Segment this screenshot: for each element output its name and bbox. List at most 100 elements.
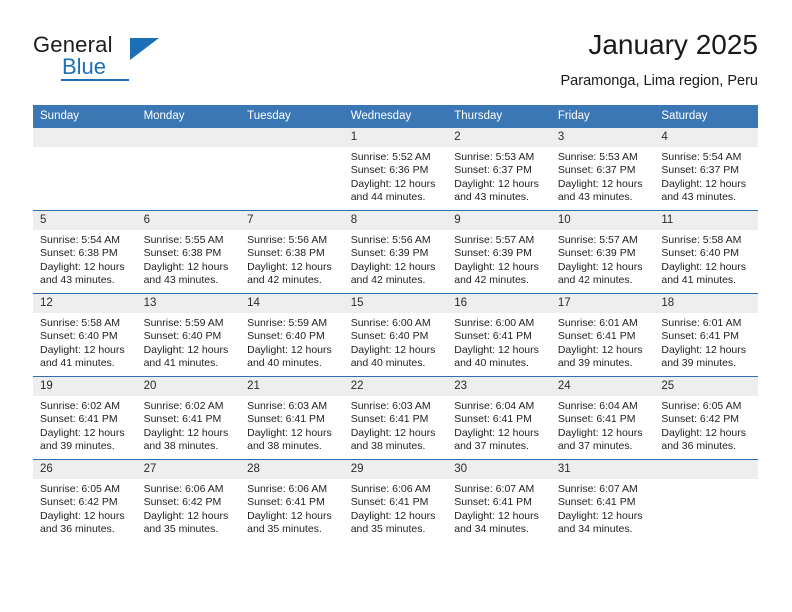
day-cell-7[interactable]: 7 Sunrise: 5:56 AM Sunset: 6:38 PM Daylight…	[240, 211, 344, 293]
weekday-header-tuesday: Tuesday	[240, 105, 344, 128]
day-info-line: Sunset: 6:42 PM	[143, 496, 222, 509]
day-cell-22[interactable]: 22 Sunrise: 6:03 AM Sunset: 6:41 PM Dayligh…	[343, 377, 448, 459]
day-number: 3	[550, 128, 655, 147]
day-cell-26[interactable]: 26 Sunrise: 6:05 AM Sunset: 6:42 PM Dayligh…	[33, 460, 137, 542]
day-info-line: Daylight: 12 hours	[247, 426, 332, 439]
day-cell-2[interactable]: 2 Sunrise: 5:53 AM Sunset: 6:37 PM Daylight…	[447, 128, 551, 210]
day-info-line: Sunset: 6:40 PM	[40, 330, 118, 343]
day-sun-info: Sunrise: 5:53 AM Sunset: 6:37 PM Daylight:…	[447, 147, 551, 205]
day-cell-9[interactable]: 9 Sunrise: 5:57 AM Sunset: 6:39 PM Daylight…	[447, 211, 551, 293]
day-sun-info: Sunrise: 6:02 AM Sunset: 6:41 PM Daylight:…	[33, 396, 137, 454]
calendar-cell: 31 Sunrise: 6:07 AM Sunset: 6:41 PM Dayligh…	[550, 459, 655, 542]
day-cell-21[interactable]: 21 Sunrise: 6:03 AM Sunset: 6:41 PM Dayligh…	[240, 377, 344, 459]
day-info-line: Sunset: 6:42 PM	[661, 413, 740, 426]
day-info-line: Sunrise: 6:01 AM	[661, 317, 742, 329]
day-info-line: Sunrise: 6:03 AM	[350, 400, 431, 412]
weekday-header-monday: Monday	[136, 105, 241, 128]
day-sun-info: Sunrise: 6:04 AM Sunset: 6:41 PM Daylight:…	[551, 396, 655, 454]
day-sun-info: Sunrise: 6:01 AM Sunset: 6:41 PM Daylight:…	[551, 313, 655, 371]
day-info-line: Sunset: 6:41 PM	[454, 496, 532, 509]
day-sun-info: Sunrise: 5:52 AM Sunset: 6:36 PM Daylight:…	[344, 147, 448, 205]
day-cell-31[interactable]: 31 Sunrise: 6:07 AM Sunset: 6:41 PM Dayligh…	[550, 460, 655, 542]
day-info-line: Daylight: 12 hours	[454, 177, 539, 190]
day-info-line: Sunrise: 6:05 AM	[661, 400, 742, 412]
day-cell-11[interactable]: 11 Sunrise: 5:58 AM Sunset: 6:40 PM Dayligh…	[654, 211, 758, 293]
day-cell-19[interactable]: 19 Sunrise: 6:02 AM Sunset: 6:41 PM Dayligh…	[33, 377, 137, 459]
day-sun-info: Sunrise: 6:00 AM Sunset: 6:40 PM Daylight:…	[344, 313, 448, 371]
day-cell-23[interactable]: 23 Sunrise: 6:04 AM Sunset: 6:41 PM Dayligh…	[447, 377, 551, 459]
day-cell-18[interactable]: 18 Sunrise: 6:01 AM Sunset: 6:41 PM Dayligh…	[654, 294, 758, 376]
day-cell-25[interactable]: 25 Sunrise: 6:05 AM Sunset: 6:42 PM Dayligh…	[654, 377, 758, 459]
day-info-line: Sunset: 6:41 PM	[247, 413, 325, 426]
day-info-line: Sunrise: 5:54 AM	[661, 151, 742, 163]
calendar-cell	[654, 459, 758, 542]
day-cell-30[interactable]: 30 Sunrise: 6:07 AM Sunset: 6:41 PM Dayligh…	[447, 460, 551, 542]
day-cell-4[interactable]: 4 Sunrise: 5:54 AM Sunset: 6:37 PM Daylight…	[654, 128, 758, 210]
day-sun-info: Sunrise: 6:06 AM Sunset: 6:41 PM Daylight:…	[344, 479, 448, 537]
day-info-line: and 34 minutes.	[557, 523, 633, 536]
day-info-line: Daylight: 12 hours	[247, 343, 332, 356]
brand-logo[interactable]: General Blue	[33, 32, 233, 92]
brand-name-blue: Blue	[62, 54, 107, 79]
calendar-grid: Sunday Monday Tuesday Wednesday Thursday Frid…	[33, 105, 758, 542]
day-cell-17[interactable]: 17 Sunrise: 6:01 AM Sunset: 6:41 PM Dayligh…	[550, 294, 655, 376]
day-cell-27[interactable]: 27 Sunrise: 6:06 AM Sunset: 6:42 PM Dayligh…	[136, 460, 241, 542]
day-info-line: and 35 minutes.	[247, 523, 322, 536]
day-cell-16[interactable]: 16 Sunrise: 6:00 AM Sunset: 6:41 PM Dayligh…	[447, 294, 551, 376]
day-info-line: Daylight: 12 hours	[40, 509, 125, 522]
day-info-line: Sunrise: 5:53 AM	[557, 151, 638, 163]
day-info-line: and 42 minutes.	[557, 274, 633, 287]
day-info-line: Sunset: 6:37 PM	[661, 164, 740, 177]
day-info-line: Daylight: 12 hours	[661, 260, 747, 273]
day-cell-20[interactable]: 20 Sunrise: 6:02 AM Sunset: 6:41 PM Dayligh…	[136, 377, 241, 459]
day-cell-14[interactable]: 14 Sunrise: 5:59 AM Sunset: 6:40 PM Dayligh…	[240, 294, 344, 376]
calendar-cell: 22 Sunrise: 6:03 AM Sunset: 6:41 PM Dayligh…	[343, 376, 448, 460]
day-info-line: Daylight: 12 hours	[350, 343, 436, 356]
day-cell-28[interactable]: 28 Sunrise: 6:06 AM Sunset: 6:41 PM Dayligh…	[240, 460, 344, 542]
calendar-week-row: 19 Sunrise: 6:02 AM Sunset: 6:41 PM Dayligh…	[33, 376, 758, 460]
day-cell-13[interactable]: 13 Sunrise: 5:59 AM Sunset: 6:40 PM Dayligh…	[136, 294, 241, 376]
day-info-line: Sunrise: 6:04 AM	[454, 400, 535, 412]
calendar-cell: 25 Sunrise: 6:05 AM Sunset: 6:42 PM Dayligh…	[654, 376, 758, 460]
day-sun-info: Sunrise: 6:05 AM Sunset: 6:42 PM Daylight:…	[654, 396, 758, 454]
calendar-cell: 1 Sunrise: 5:52 AM Sunset: 6:36 PM Daylight…	[343, 128, 448, 211]
day-cell-3[interactable]: 3 Sunrise: 5:53 AM Sunset: 6:37 PM Daylight…	[550, 128, 655, 210]
day-cell-24[interactable]: 24 Sunrise: 6:04 AM Sunset: 6:41 PM Dayligh…	[550, 377, 655, 459]
day-info-line: and 42 minutes.	[350, 274, 426, 287]
day-cell-15[interactable]: 15 Sunrise: 6:00 AM Sunset: 6:40 PM Dayligh…	[343, 294, 448, 376]
weekday-header-thursday: Thursday	[447, 105, 551, 128]
day-cell-29[interactable]: 29 Sunrise: 6:06 AM Sunset: 6:41 PM Dayligh…	[343, 460, 448, 542]
day-cell-12[interactable]: 12 Sunrise: 5:58 AM Sunset: 6:40 PM Dayligh…	[33, 294, 137, 376]
day-info-line: and 40 minutes.	[350, 357, 426, 370]
day-info-line: Sunrise: 6:00 AM	[350, 317, 431, 329]
day-cell-6[interactable]: 6 Sunrise: 5:55 AM Sunset: 6:38 PM Daylight…	[136, 211, 241, 293]
day-info-line: and 42 minutes.	[454, 274, 529, 287]
calendar-cell	[136, 128, 241, 211]
calendar-week-row: 26 Sunrise: 6:05 AM Sunset: 6:42 PM Dayligh…	[33, 459, 758, 542]
calendar-cell: 30 Sunrise: 6:07 AM Sunset: 6:41 PM Dayligh…	[447, 459, 551, 542]
day-number: 30	[447, 460, 551, 479]
day-cell-8[interactable]: 8 Sunrise: 5:56 AM Sunset: 6:39 PM Daylight…	[343, 211, 448, 293]
day-info-line: Daylight: 12 hours	[143, 343, 229, 356]
day-number: 21	[240, 377, 344, 396]
day-sun-info: Sunrise: 5:59 AM Sunset: 6:40 PM Daylight:…	[240, 313, 344, 371]
day-cell-5[interactable]: 5 Sunrise: 5:54 AM Sunset: 6:38 PM Daylight…	[33, 211, 137, 293]
day-sun-info: Sunrise: 5:55 AM Sunset: 6:38 PM Daylight:…	[137, 230, 241, 288]
calendar-cell: 6 Sunrise: 5:55 AM Sunset: 6:38 PM Daylight…	[136, 210, 241, 294]
day-number: 12	[33, 294, 137, 313]
day-number: 28	[240, 460, 344, 479]
day-info-line: Sunset: 6:41 PM	[40, 413, 118, 426]
day-cell-1[interactable]: 1 Sunrise: 5:52 AM Sunset: 6:36 PM Daylight…	[343, 128, 448, 210]
calendar-cell: 3 Sunrise: 5:53 AM Sunset: 6:37 PM Daylight…	[550, 128, 655, 211]
day-number: 10	[550, 211, 655, 230]
day-info-line: Sunrise: 5:54 AM	[40, 234, 120, 246]
day-info-line: Daylight: 12 hours	[350, 509, 436, 522]
day-info-line: Daylight: 12 hours	[143, 426, 229, 439]
day-info-line: Sunset: 6:38 PM	[143, 247, 222, 260]
day-info-line: and 43 minutes.	[143, 274, 219, 287]
day-info-line: Sunset: 6:41 PM	[557, 413, 636, 426]
day-number: 20	[136, 377, 241, 396]
calendar-cell	[33, 128, 137, 211]
day-info-line: Sunset: 6:41 PM	[247, 496, 325, 509]
day-cell-10[interactable]: 10 Sunrise: 5:57 AM Sunset: 6:39 PM Dayligh…	[550, 211, 655, 293]
